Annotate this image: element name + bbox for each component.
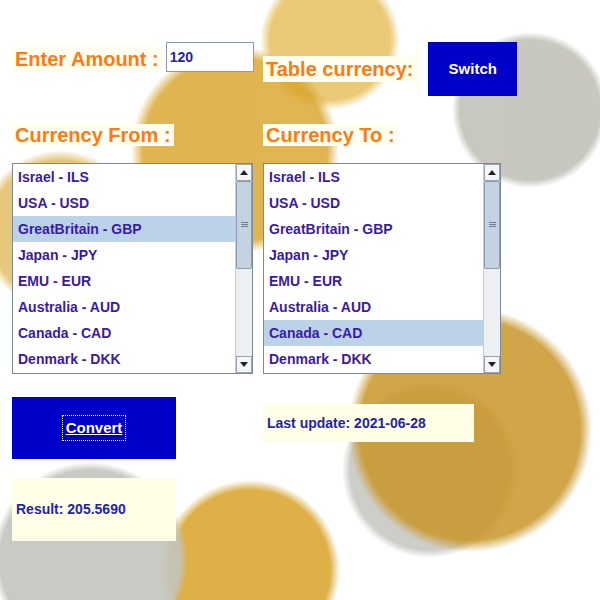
- currency-option[interactable]: USA - USD: [13, 190, 235, 216]
- list-row: Israel - ILS USA - USD GreatBritain - GBP J…: [12, 163, 600, 374]
- down-arrow-icon: [488, 362, 496, 367]
- scroll-thumb[interactable]: [484, 181, 500, 269]
- scroll-down-button[interactable]: [236, 356, 252, 373]
- convert-button-label: Convert: [63, 416, 126, 441]
- currency-option[interactable]: EMU - EUR: [13, 268, 235, 294]
- scroll-down-button[interactable]: [484, 356, 500, 373]
- up-arrow-icon: [488, 170, 496, 175]
- currency-option[interactable]: USA - USD: [264, 190, 483, 216]
- scrollbar[interactable]: [483, 164, 500, 373]
- currency-to-label: Currency To :: [263, 124, 398, 146]
- currency-option[interactable]: Israel - ILS: [13, 164, 235, 190]
- currency-option[interactable]: GreatBritain - GBP: [264, 216, 483, 242]
- scroll-track[interactable]: [236, 181, 252, 356]
- currency-option-label: GreatBritain - GBP: [269, 221, 393, 237]
- amount-input[interactable]: [166, 42, 254, 72]
- currency-option-label: Canada - CAD: [269, 325, 362, 341]
- currency-option-label: GreatBritain - GBP: [18, 221, 142, 237]
- currency-option-label: EMU - EUR: [18, 273, 91, 289]
- currency-option-label: USA - USD: [18, 195, 89, 211]
- scroll-track[interactable]: [484, 181, 500, 356]
- update-cell: Last update: 2021-06-28: [263, 397, 517, 459]
- from-currency-list[interactable]: Israel - ILS USA - USD GreatBritain - GBP J…: [12, 163, 253, 374]
- table-currency-label: Table currency:: [263, 56, 416, 82]
- scrollbar[interactable]: [235, 164, 252, 373]
- last-update-box: Last update: 2021-06-28: [263, 404, 474, 442]
- currency-option[interactable]: Japan - JPY: [264, 242, 483, 268]
- down-arrow-icon: [240, 362, 248, 367]
- currency-option[interactable]: EMU - EUR: [264, 268, 483, 294]
- currency-options: Israel - ILS USA - USD GreatBritain - GBP J…: [264, 164, 483, 373]
- currency-from-label: Currency From :: [12, 124, 174, 146]
- currency-option[interactable]: Canada - CAD: [264, 320, 483, 346]
- currency-option-label: Denmark - DKK: [18, 351, 121, 367]
- result-box: Result: 205.5690: [12, 478, 176, 541]
- from-label-cell: Currency From :: [12, 122, 263, 149]
- currency-option-label: Australia - AUD: [269, 299, 371, 315]
- currency-option-label: EMU - EUR: [269, 273, 342, 289]
- up-arrow-icon: [240, 170, 248, 175]
- currency-option[interactable]: Israel - ILS: [264, 164, 483, 190]
- currency-option[interactable]: Australia - AUD: [264, 294, 483, 320]
- currency-option[interactable]: GreatBritain - GBP: [13, 216, 235, 242]
- from-list-cell: Israel - ILS USA - USD GreatBritain - GBP J…: [12, 163, 263, 374]
- table-currency-group: Table currency: Switch: [263, 42, 517, 96]
- currency-option[interactable]: Canada - CAD: [13, 320, 235, 346]
- top-row: Enter Amount : Table currency: Switch: [12, 42, 600, 96]
- currency-option-label: Denmark - DKK: [269, 351, 372, 367]
- action-row: Convert Last update: 2021-06-28: [12, 397, 600, 459]
- currency-option-label: Canada - CAD: [18, 325, 111, 341]
- currency-options: Israel - ILS USA - USD GreatBritain - GBP J…: [13, 164, 235, 373]
- switch-button[interactable]: Switch: [428, 42, 517, 96]
- label-row: Currency From : Currency To :: [12, 122, 600, 149]
- to-currency-list[interactable]: Israel - ILS USA - USD GreatBritain - GBP J…: [263, 163, 501, 374]
- grip-icon: [241, 222, 248, 227]
- scroll-up-button[interactable]: [236, 164, 252, 181]
- convert-cell: Convert: [12, 397, 263, 459]
- currency-option[interactable]: Denmark - DKK: [264, 346, 483, 372]
- currency-option[interactable]: Australia - AUD: [13, 294, 235, 320]
- scroll-thumb[interactable]: [236, 181, 252, 269]
- scroll-up-button[interactable]: [484, 164, 500, 181]
- currency-option[interactable]: Japan - JPY: [13, 242, 235, 268]
- currency-option-label: USA - USD: [269, 195, 340, 211]
- convert-button[interactable]: Convert: [12, 397, 176, 459]
- result-row: Result: 205.5690: [12, 478, 600, 541]
- amount-label: Enter Amount :: [12, 46, 162, 72]
- to-list-cell: Israel - ILS USA - USD GreatBritain - GBP J…: [263, 163, 517, 374]
- currency-option-label: Australia - AUD: [18, 299, 120, 315]
- currency-option[interactable]: Denmark - DKK: [13, 346, 235, 372]
- grip-icon: [489, 222, 496, 227]
- currency-option-label: Japan - JPY: [18, 247, 97, 263]
- amount-group: Enter Amount :: [12, 42, 263, 96]
- currency-option-label: Israel - ILS: [269, 169, 340, 185]
- currency-option-label: Japan - JPY: [269, 247, 348, 263]
- converter-window: Enter Amount : Table currency: Switch Curre…: [0, 0, 600, 541]
- currency-option-label: Israel - ILS: [18, 169, 89, 185]
- to-label-cell: Currency To :: [263, 122, 517, 149]
